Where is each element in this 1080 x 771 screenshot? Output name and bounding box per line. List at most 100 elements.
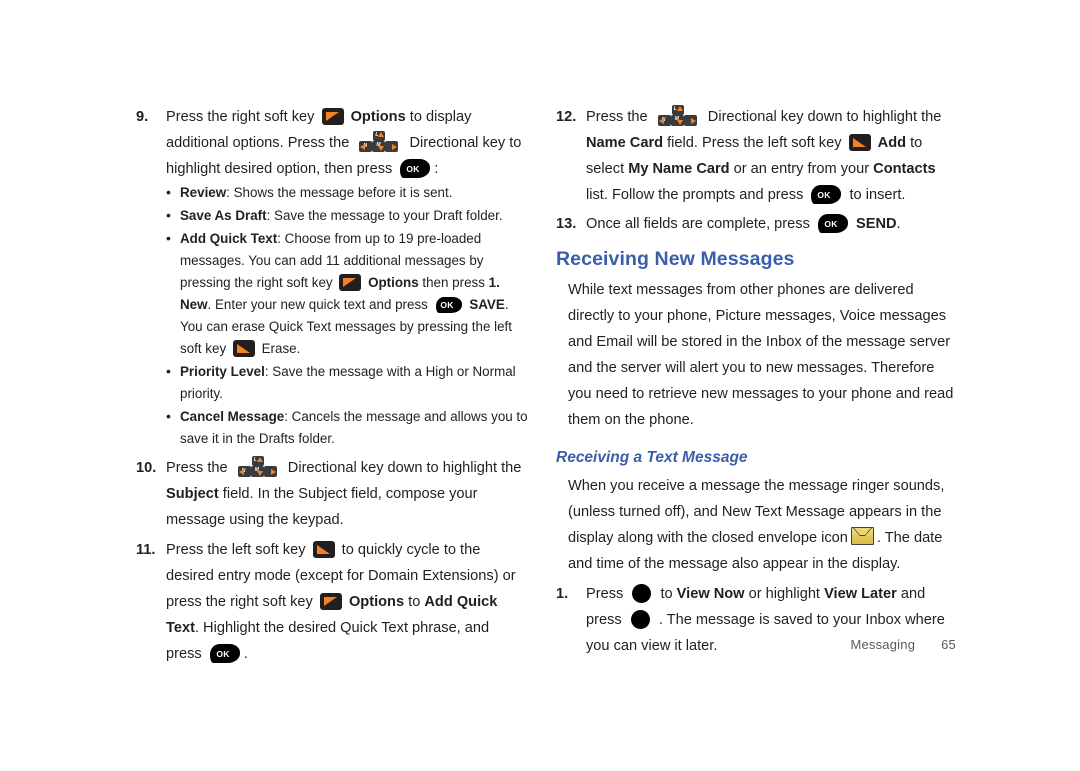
right-column: 12. Press the L N M Directional key down…	[556, 104, 956, 661]
ok-key-icon: OK	[209, 644, 241, 663]
step-11-text-1: Press the left soft key	[166, 542, 306, 558]
ok-key-label: OK	[824, 218, 838, 229]
bullet-save-as-draft-text: : Save the message to your Draft folder.	[266, 208, 503, 223]
heading-receiving-new-messages: Receiving New Messages	[556, 248, 795, 270]
bullet-priority-level: Priority Level: Save the message with a …	[166, 360, 528, 405]
footer-page-number: 65	[941, 637, 956, 652]
heading-receiving-a-text-message: Receiving a Text Message	[556, 449, 748, 466]
right-soft-key-icon	[321, 108, 344, 125]
step-10-number: 10.	[136, 460, 157, 476]
step-10-text-2: Directional key down to highlight the	[287, 460, 522, 476]
step-12-bold-my-name-card: My Name Card	[628, 161, 730, 177]
ok-key-label: OK	[216, 648, 230, 659]
step-13-text-2: .	[896, 216, 901, 232]
step-12-text-1: Press the	[586, 109, 648, 125]
ok-key-label: OK	[439, 300, 454, 310]
dirkey-label-mid: M	[674, 116, 679, 122]
dirkey-label-left: N	[241, 468, 246, 474]
step-13-body: Once all fields are complete, press OK S…	[586, 211, 956, 237]
bullet-add-quick-text-b4: SAVE	[469, 297, 505, 312]
step-1-text-1: Press	[586, 586, 624, 602]
step-9-bold-options: Options	[350, 109, 406, 125]
step-12-text-7: to insert.	[849, 187, 906, 203]
left-soft-key-icon	[848, 134, 871, 151]
step-12-bold-contacts: Contacts	[873, 161, 936, 177]
bullet-review-label: Review	[180, 185, 227, 200]
step-13: 13. Once all fields are complete, press …	[556, 211, 956, 237]
right-soft-key-icon	[339, 274, 362, 291]
step-10-bold-subject: Subject	[166, 486, 219, 502]
step-9-options-list: Review: Shows the message before it is s…	[166, 181, 528, 450]
step-11: 11. Press the left soft key to quickly c…	[136, 537, 528, 667]
step-12-text-6: list. Follow the prompts and press	[586, 187, 804, 203]
directional-key-icon: L N M	[236, 456, 280, 478]
ok-key-icon: OK	[435, 297, 463, 313]
bullet-save-as-draft: Save As Draft: Save the message to your …	[166, 204, 528, 227]
ok-key-icon: OK	[810, 185, 842, 204]
step-1-bold-view-later: View Later	[824, 586, 897, 602]
dirkey-label-up: L	[673, 106, 677, 112]
bullet-add-quick-text: Add Quick Text: Choose from up to 19 pre…	[166, 227, 528, 360]
left-soft-key-icon	[312, 541, 335, 558]
dirkey-label-up: L	[253, 457, 257, 463]
footer-section-name: Messaging	[850, 637, 916, 652]
step-13-bold-send: SEND	[856, 216, 897, 232]
step-9: 9. Press the right soft key Options to d…	[136, 104, 528, 451]
step-12-bold-name-card: Name Card	[586, 135, 664, 151]
step-13-number: 13.	[556, 216, 577, 232]
bullet-add-quick-text-label: Add Quick Text	[180, 231, 278, 246]
page-footer: Messaging 65	[556, 637, 956, 652]
right-soft-key-icon	[319, 593, 342, 610]
left-soft-key-icon	[232, 340, 255, 357]
directional-key-icon: L N M	[656, 105, 700, 127]
ok-key-label: OK	[406, 163, 421, 174]
ok-key-icon: OK	[817, 214, 849, 233]
dirkey-label-left: N	[363, 143, 368, 149]
step-1-text-3: or highlight	[748, 586, 820, 602]
center-select-key-icon	[632, 584, 652, 603]
manual-page: 9. Press the right soft key Options to d…	[0, 0, 1080, 771]
dirkey-label-left: N	[661, 117, 666, 123]
directional-key-icon: L N M	[357, 131, 401, 153]
bullet-cancel-message: Cancel Message: Cancels the message and …	[166, 405, 528, 450]
step-9-text-4: :	[434, 161, 439, 177]
step-9-number: 9.	[136, 109, 149, 125]
dirkey-label-mid: M	[376, 142, 381, 148]
step-12-number: 12.	[556, 109, 577, 125]
center-select-key-icon	[630, 610, 650, 629]
bullet-save-as-draft-label: Save As Draft	[180, 208, 267, 223]
step-12-text-2: Directional key down to highlight the	[707, 109, 942, 125]
paragraph-receiving-new-messages: While text messages from other phones ar…	[568, 282, 954, 428]
step-11-bold-options: Options	[348, 594, 405, 610]
bullet-add-quick-text-b2: Options	[368, 275, 419, 290]
step-10: 10. Press the L N M Directional key down…	[136, 455, 528, 533]
step-11-text-3: to	[408, 594, 421, 610]
ok-key-label: OK	[817, 189, 832, 200]
paragraph-receiving-a-text-message: When you receive a message the message r…	[568, 473, 956, 577]
bullet-add-quick-text-t2: then press	[422, 275, 485, 290]
step-11-text-5: .	[243, 646, 248, 662]
step-1-text-2: to	[660, 586, 673, 602]
closed-envelope-icon	[850, 527, 874, 545]
bullet-add-quick-text-t3: . Enter your new quick text and press	[207, 297, 428, 312]
step-12-body: Press the L N M Directional key down to …	[586, 104, 956, 208]
bullet-add-quick-text-t5: Erase.	[261, 341, 301, 356]
step-1-bold-view-now: View Now	[676, 586, 745, 602]
bullet-review-text: : Shows the message before it is sent.	[226, 185, 453, 200]
step-11-body: Press the left soft key to quickly cycle…	[166, 537, 528, 667]
step-12-bold-add: Add	[877, 135, 907, 151]
step-11-number: 11.	[136, 542, 156, 558]
dirkey-label-up: L	[375, 132, 379, 138]
bullet-review: Review: Shows the message before it is s…	[166, 181, 528, 204]
bullet-priority-level-label: Priority Level	[180, 364, 265, 379]
step-10-text-1: Press the	[166, 460, 228, 476]
step-12: 12. Press the L N M Directional key down…	[556, 104, 956, 208]
step-12-text-5: or an entry from your	[733, 161, 870, 177]
left-column: 9. Press the right soft key Options to d…	[136, 104, 528, 669]
step-10-body: Press the L N M Directional key down to …	[166, 455, 528, 533]
step-12-text-3: field. Press the left soft key	[667, 135, 842, 151]
step-9-text-1: Press the right soft key	[166, 109, 315, 125]
step-1-number: 1.	[556, 586, 569, 602]
dirkey-label-mid: M	[254, 467, 259, 473]
step-9-body: Press the right soft key Options to disp…	[166, 104, 528, 451]
